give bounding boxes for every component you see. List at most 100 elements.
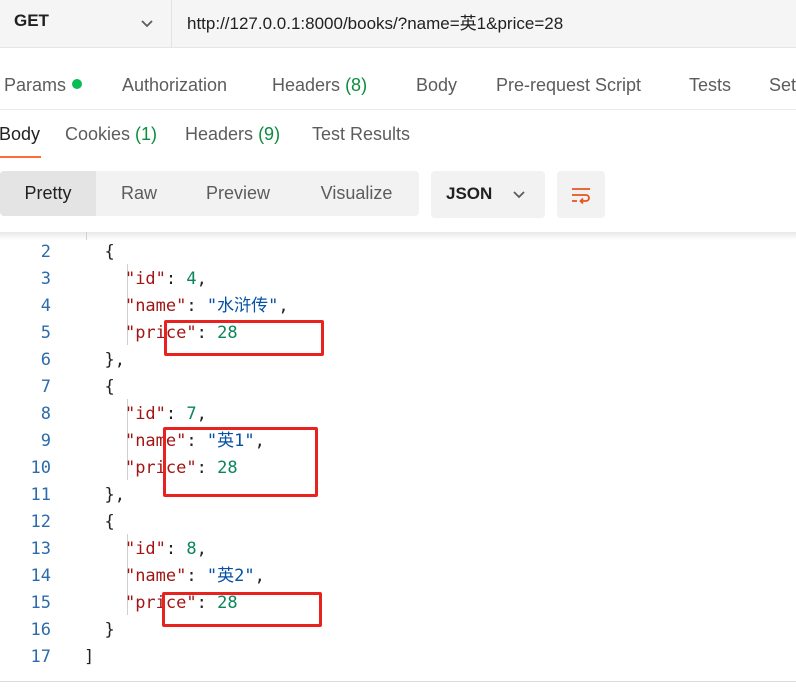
- json-string: "英2": [206, 566, 255, 586]
- line-number: 9: [40, 431, 51, 451]
- chevron-down-icon: [141, 20, 153, 28]
- tab-count: (1): [135, 124, 158, 144]
- response-tabs: Body Cookies (1) Headers (9) Test Result…: [0, 110, 796, 158]
- method-select[interactable]: GET: [0, 0, 172, 48]
- status-dot-icon: [72, 79, 83, 89]
- tab-label: Params: [4, 75, 67, 95]
- tab-label: Test Results: [312, 124, 411, 144]
- line-number: 16: [30, 620, 51, 640]
- highlight-box: [163, 427, 318, 497]
- request-bar: GET http://127.0.0.1:8000/books/?name=英1…: [0, 0, 796, 48]
- code-line: 11 },: [0, 482, 796, 509]
- tab-headers[interactable]: Headers (8): [272, 75, 367, 96]
- tab-label: Pre-request Script: [496, 75, 642, 95]
- line-number: 5: [40, 323, 51, 343]
- json-key: "name": [124, 296, 187, 316]
- tab-pre-request-script[interactable]: Pre-request Script: [496, 75, 641, 96]
- response-tab-cookies[interactable]: Cookies (1): [65, 124, 157, 145]
- view-visualize-button[interactable]: Visualize: [294, 171, 419, 216]
- wrap-lines-button[interactable]: [557, 171, 605, 218]
- request-tabs: Params Authorization Headers (8) Body Pr…: [0, 60, 796, 110]
- code-line: 12 {: [0, 509, 796, 536]
- line-number: 6: [40, 350, 51, 370]
- url-input[interactable]: http://127.0.0.1:8000/books/?name=英1&pri…: [187, 9, 563, 34]
- tab-label: Tests: [689, 75, 732, 95]
- code-text: "id": 4,: [124, 269, 207, 289]
- code-text: "name": "英2",: [124, 566, 265, 586]
- line-number: 2: [40, 242, 51, 262]
- highlight-box: [162, 592, 322, 627]
- code-line: 13 "id": 8,: [0, 536, 796, 563]
- tab-tests[interactable]: Tests: [689, 75, 731, 96]
- line-number: 12: [30, 512, 51, 532]
- code-line: 2 {: [0, 239, 796, 266]
- code-text: },: [84, 485, 125, 505]
- code-line: 3 "id": 4,: [0, 266, 796, 293]
- response-tab-body[interactable]: Body: [0, 124, 40, 145]
- view-pretty-button[interactable]: Pretty: [0, 171, 96, 216]
- code-line: 7 {: [0, 374, 796, 401]
- code-line: 14 "name": "英2",: [0, 563, 796, 590]
- tab-label: Set: [769, 75, 796, 95]
- code-line: 4 "name": "水浒传",: [0, 293, 796, 320]
- response-tab-headers[interactable]: Headers (9): [185, 124, 280, 145]
- code-text: "name": "水浒传",: [124, 296, 289, 316]
- tab-body[interactable]: Body: [416, 75, 457, 96]
- json-key: "id": [124, 539, 166, 559]
- line-number: 3: [40, 269, 51, 289]
- line-number: 4: [40, 296, 51, 316]
- code-text: {: [84, 377, 115, 397]
- line-number: 14: [30, 566, 51, 586]
- active-tab-indicator: [0, 156, 41, 158]
- highlight-box: [164, 320, 324, 356]
- line-number: 10: [30, 458, 51, 478]
- line-number: 17: [30, 647, 51, 667]
- code-text: "id": 7,: [124, 404, 207, 424]
- json-number: 7: [186, 404, 197, 424]
- tab-authorization[interactable]: Authorization: [122, 75, 227, 96]
- tab-label: Authorization: [122, 75, 228, 95]
- tab-count: (8): [345, 75, 368, 95]
- format-label: JSON: [446, 184, 493, 203]
- tab-label: Cookies: [65, 124, 131, 144]
- json-key: "name": [124, 566, 187, 586]
- code-line: 16 }: [0, 617, 796, 644]
- view-mode-toggle: Pretty Raw Preview Visualize: [0, 171, 419, 216]
- line-number: 15: [30, 593, 51, 613]
- line-number: 7: [40, 377, 51, 397]
- line-number: 11: [30, 485, 51, 505]
- code-text: "id": 8,: [124, 539, 207, 559]
- tab-settings[interactable]: Set: [769, 75, 796, 96]
- chevron-down-icon: [513, 191, 525, 199]
- line-number: 13: [30, 539, 51, 559]
- code-line: 17 ]: [0, 644, 796, 671]
- json-key: "id": [124, 269, 166, 289]
- code-line: 5 "price": 28: [0, 320, 796, 347]
- divider: [0, 681, 796, 682]
- code-text: ]: [84, 647, 95, 667]
- line-number: 8: [40, 404, 51, 424]
- tab-params[interactable]: Params: [4, 75, 83, 96]
- view-preview-button[interactable]: Preview: [182, 171, 294, 216]
- response-tab-test-results[interactable]: Test Results: [312, 124, 410, 145]
- json-key: "id": [124, 404, 166, 424]
- code-text: }: [84, 620, 115, 640]
- code-line: 6 },: [0, 347, 796, 374]
- code-line: 8 "id": 7,: [0, 401, 796, 428]
- json-number: 4: [186, 269, 197, 289]
- code-line: 15 "price": 28: [0, 590, 796, 617]
- code-line: 9 "name": "英1",: [0, 428, 796, 455]
- wrap-lines-icon: [572, 188, 590, 205]
- json-string: "水浒传": [206, 296, 279, 316]
- method-label: GET: [14, 11, 49, 30]
- view-raw-button[interactable]: Raw: [96, 171, 182, 216]
- tab-label: Headers: [272, 75, 341, 95]
- json-number: 8: [186, 539, 197, 559]
- tab-label: Headers: [185, 124, 254, 144]
- code-line: 10 "price": 28: [0, 455, 796, 482]
- tab-count: (9): [258, 124, 281, 144]
- format-select[interactable]: JSON: [431, 171, 545, 218]
- tab-label: Body: [416, 75, 458, 95]
- code-text: {: [84, 512, 115, 532]
- tab-label: Body: [0, 124, 41, 144]
